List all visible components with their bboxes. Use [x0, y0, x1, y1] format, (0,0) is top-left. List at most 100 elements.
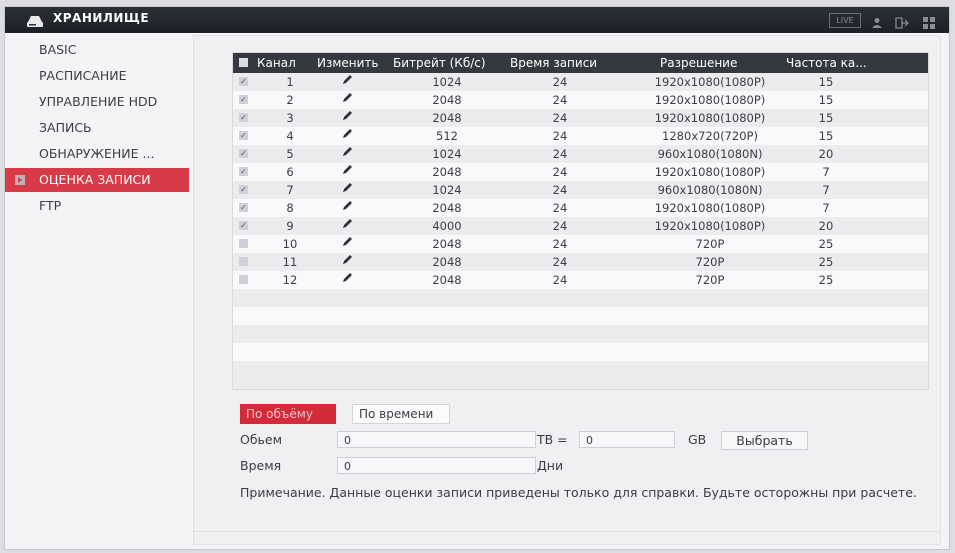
- sidebar-item-hdd-management[interactable]: УПРАВЛЕНИЕ HDD: [5, 90, 189, 114]
- edit-pencil-icon[interactable]: [341, 235, 365, 253]
- row-checkbox[interactable]: ✓: [239, 77, 248, 86]
- time-label: Время: [240, 458, 282, 473]
- channel-cell: 2: [286, 93, 294, 107]
- table-row: ✓ 7 1024 24 960x1080(1080N) 7: [233, 181, 928, 199]
- bitrate-cell: 4000: [432, 219, 462, 233]
- edit-pencil-icon[interactable]: [341, 109, 365, 127]
- edit-pencil-icon[interactable]: [341, 181, 365, 199]
- days-input[interactable]: 0: [337, 457, 536, 474]
- logout-icon[interactable]: [895, 14, 909, 33]
- edit-pencil-icon[interactable]: [341, 199, 365, 217]
- storage-icon: [25, 13, 45, 32]
- page-title: ХРАНИЛИЩЕ: [53, 11, 150, 25]
- row-checkbox[interactable]: ✓: [239, 95, 248, 104]
- header-framerate: Частота ка...: [786, 56, 867, 70]
- sidebar-item-label: FTP: [39, 198, 62, 213]
- sidebar-item-schedule[interactable]: РАСПИСАНИЕ: [5, 64, 189, 88]
- row-checkbox[interactable]: [239, 257, 248, 266]
- edit-pencil-icon[interactable]: [341, 253, 365, 271]
- edit-pencil-icon[interactable]: [341, 73, 365, 91]
- record-time-cell: 24: [552, 273, 568, 287]
- record-time-cell: 24: [552, 255, 568, 269]
- resolution-cell: 720P: [695, 255, 725, 269]
- sidebar: BASIC РАСПИСАНИЕ УПРАВЛЕНИЕ HDD ЗАПИСЬ О…: [5, 33, 189, 549]
- framerate-cell: 25: [818, 273, 834, 287]
- framerate-cell: 7: [822, 201, 830, 215]
- bitrate-cell: 2048: [432, 201, 462, 215]
- resolution-cell: 1920x1080(1080P): [654, 111, 766, 125]
- channel-table: Канал Изменить Битрейт (Кб/с) Время запи…: [232, 52, 929, 390]
- record-time-cell: 24: [552, 237, 568, 251]
- record-time-cell: 24: [552, 129, 568, 143]
- bitrate-cell: 512: [436, 129, 458, 143]
- sidebar-item-record-estimate[interactable]: ОЦЕНКА ЗАПИСИ: [5, 168, 189, 192]
- edit-pencil-icon[interactable]: [341, 127, 365, 145]
- framerate-cell: 25: [818, 255, 834, 269]
- channel-cell: 10: [282, 237, 298, 251]
- tab-by-time[interactable]: По времени: [352, 404, 450, 424]
- live-button[interactable]: LIVE: [829, 13, 861, 28]
- bitrate-cell: 2048: [432, 273, 462, 287]
- sidebar-item-detection[interactable]: ОБНАРУЖЕНИЕ ...: [5, 142, 189, 166]
- row-checkbox[interactable]: ✓: [239, 221, 248, 230]
- bitrate-cell: 2048: [432, 93, 462, 107]
- sidebar-item-label: ЗАПИСЬ: [39, 120, 92, 135]
- table-row: 10 2048 24 720P 25: [233, 235, 928, 253]
- row-checkbox[interactable]: ✓: [239, 203, 248, 212]
- sidebar-item-basic[interactable]: BASIC: [5, 38, 189, 62]
- row-checkbox[interactable]: ✓: [239, 149, 248, 158]
- sidebar-item-record[interactable]: ЗАПИСЬ: [5, 116, 189, 140]
- table-row: ✓ 1 1024 24 1920x1080(1080P) 15: [233, 73, 928, 91]
- header-channel: Канал: [257, 56, 296, 70]
- empty-row: [233, 289, 928, 307]
- days-label: Дни: [537, 458, 564, 473]
- row-checkbox[interactable]: [239, 275, 248, 284]
- channel-cell: 6: [286, 165, 294, 179]
- sidebar-item-ftp[interactable]: FTP: [5, 194, 189, 218]
- resolution-cell: 1920x1080(1080P): [654, 75, 766, 89]
- row-checkbox[interactable]: ✓: [239, 167, 248, 176]
- framerate-cell: 7: [822, 165, 830, 179]
- bitrate-cell: 2048: [432, 237, 462, 251]
- volume-input[interactable]: 0: [337, 431, 536, 448]
- resolution-cell: 1280x720(720P): [662, 129, 758, 143]
- user-icon[interactable]: [871, 14, 883, 33]
- row-checkbox[interactable]: ✓: [239, 131, 248, 140]
- bitrate-cell: 1024: [432, 183, 462, 197]
- edit-pencil-icon[interactable]: [341, 145, 365, 163]
- channel-cell: 7: [286, 183, 294, 197]
- framerate-cell: 15: [818, 111, 834, 125]
- tb-input[interactable]: 0: [579, 431, 675, 448]
- select-button[interactable]: Выбрать: [721, 431, 808, 450]
- select-all-checkbox[interactable]: [239, 58, 248, 67]
- resolution-cell: 960x1080(1080N): [657, 183, 763, 197]
- row-checkbox[interactable]: ✓: [239, 113, 248, 122]
- header-bitrate: Битрейт (Кб/с): [393, 56, 486, 70]
- edit-pencil-icon[interactable]: [341, 271, 365, 289]
- edit-pencil-icon[interactable]: [341, 163, 365, 181]
- bitrate-cell: 2048: [432, 165, 462, 179]
- edit-pencil-icon[interactable]: [341, 91, 365, 109]
- record-time-cell: 24: [552, 165, 568, 179]
- tab-by-volume[interactable]: По объёму: [240, 404, 336, 424]
- table-row: ✓ 9 4000 24 1920x1080(1080P) 20: [233, 217, 928, 235]
- table-row: ✓ 8 2048 24 1920x1080(1080P) 7: [233, 199, 928, 217]
- table-row: 12 2048 24 720P 25: [233, 271, 928, 289]
- framerate-cell: 15: [818, 93, 834, 107]
- sidebar-item-label: РАСПИСАНИЕ: [39, 68, 127, 83]
- record-time-cell: 24: [552, 75, 568, 89]
- empty-row: [233, 325, 928, 343]
- resolution-cell: 1920x1080(1080P): [654, 165, 766, 179]
- resolution-cell: 720P: [695, 237, 725, 251]
- row-checkbox[interactable]: ✓: [239, 185, 248, 194]
- resolution-cell: 1920x1080(1080P): [654, 219, 766, 233]
- resolution-cell: 1920x1080(1080P): [654, 93, 766, 107]
- row-checkbox[interactable]: [239, 239, 248, 248]
- record-time-cell: 24: [552, 219, 568, 233]
- edit-pencil-icon[interactable]: [341, 217, 365, 235]
- record-time-cell: 24: [552, 183, 568, 197]
- record-time-cell: 24: [552, 201, 568, 215]
- menu-grid-icon[interactable]: [923, 14, 935, 33]
- header-record-time: Время записи: [510, 56, 598, 70]
- sidebar-item-label: BASIC: [39, 42, 77, 57]
